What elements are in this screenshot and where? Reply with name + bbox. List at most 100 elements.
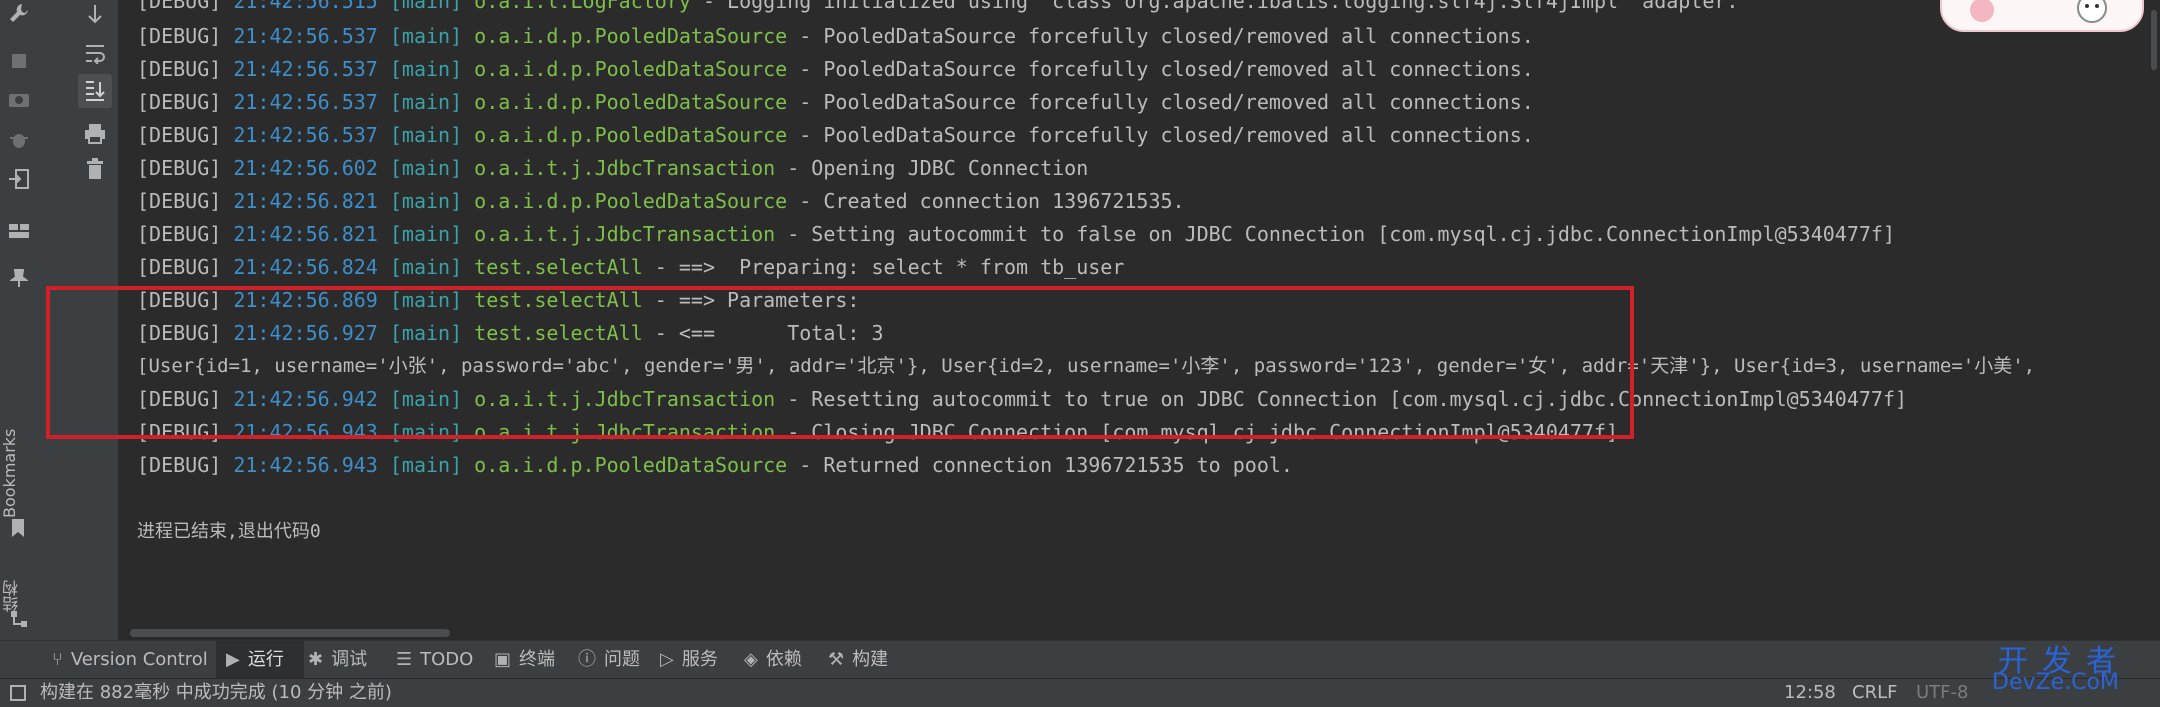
log-line: [DEBUG] 21:42:56.537 [main] o.a.i.d.p.Po… [137,53,1534,86]
log-message: - Returned connection 1396721535 to pool… [787,453,1293,477]
tab-problems[interactable]: ⓘ 问题 [578,641,658,679]
tab-debug[interactable]: ✱ 调试 [308,641,388,679]
trash-icon[interactable] [86,158,104,180]
log-message: - Logging initialized using 'class org.a… [690,0,1739,13]
tab-label: 问题 [604,649,640,670]
log-line: [DEBUG] 21:42:56.824 [main] test.selectA… [137,251,1124,284]
branch-icon: ⑂ [52,649,63,670]
log-logger: o.a.i.t.j.JdbcTransaction [474,222,776,246]
info-icon: ⓘ [578,649,596,670]
layout-icon[interactable] [8,222,30,240]
tab-version-control[interactable]: ⑂ Version Control [44,641,212,679]
log-level: [DEBUG] [137,255,234,279]
tab-label: 依赖 [765,649,802,670]
log-line: [DEBUG] 21:42:56.821 [main] o.a.i.t.j.Jd… [137,218,1895,251]
watermark-site: DevZe.CoM [1992,670,2119,695]
print-icon[interactable] [84,122,106,144]
log-thread: [main] [377,222,475,246]
list-icon: ☰ [396,649,413,670]
run-icon: ▶ [226,649,240,670]
tab-build[interactable]: ⚒ 构建 [828,641,908,679]
log-message: - Created connection 1396721535. [787,189,1185,213]
tab-run[interactable]: ▶ 运行 [216,641,304,679]
file-encoding[interactable]: UTF-8 [1916,679,1968,707]
log-timestamp: 21:42:56.943 [233,453,378,477]
log-thread: [main] [377,90,475,114]
status-message[interactable]: 构建在 882毫秒 中成功完成 (10 分钟 之前) [40,679,392,707]
tab-label: Version Control [70,649,208,670]
log-thread: [main] [377,24,475,48]
structure-icon [10,610,28,628]
hammer-icon: ⚒ [828,649,845,670]
tab-label: 调试 [331,649,368,670]
log-thread: [main] [377,0,475,13]
log-logger: o.a.i.l.LogFactory [474,0,691,13]
log-level: [DEBUG] [137,90,234,114]
bookmark-icon [10,518,26,538]
log-timestamp: 21:42:56.537 [233,90,378,114]
decorative-sticker [1940,0,2144,32]
log-timestamp: 21:42:56.537 [233,57,378,81]
stop-icon[interactable] [10,52,28,70]
log-level: [DEBUG] [137,189,234,213]
tab-label: 终端 [519,649,556,670]
line-separator[interactable]: CRLF [1852,679,1897,707]
structure-tab[interactable]: 结构 [0,566,38,612]
log-logger: o.a.i.d.p.PooledDataSource [474,90,788,114]
log-logger: o.a.i.d.p.PooledDataSource [474,453,788,477]
log-logger: o.a.i.d.p.PooledDataSource [474,57,788,81]
log-timestamp: 21:42:56.515 [233,0,378,13]
scroll-down-icon[interactable] [86,4,104,26]
log-level: [DEBUG] [137,156,234,180]
log-message: - Opening JDBC Connection [775,156,1089,180]
status-bar: 构建在 882毫秒 中成功完成 (10 分钟 之前) 12:58 CRLF UT… [0,678,2160,707]
debug-icon: ✱ [308,649,324,670]
tab-label: 构建 [852,649,889,670]
log-level: [DEBUG] [137,123,234,147]
log-timestamp: 21:42:56.602 [233,156,378,180]
tab-label: 服务 [681,649,718,670]
scroll-to-end-icon[interactable] [78,74,112,108]
log-thread: [main] [377,57,475,81]
log-line: [DEBUG] 21:42:56.515 [main] o.a.i.l.LogF… [137,0,1738,18]
log-level: [DEBUG] [137,0,234,13]
tab-dependencies[interactable]: ◈ 依赖 [744,641,824,679]
window-toggle-icon[interactable] [10,685,26,701]
log-logger: o.a.i.d.p.PooledDataSource [474,189,788,213]
pin-icon[interactable] [10,268,28,288]
log-message: - ==> Preparing: select * from tb_user [642,255,1125,279]
tab-todo[interactable]: ☰ TODO [396,641,480,679]
log-thread: [main] [377,189,475,213]
tab-terminal[interactable]: ▣ 终端 [494,641,574,679]
highlight-annotation-box [46,286,1634,439]
log-timestamp: 21:42:56.824 [233,255,378,279]
process-exit-message: 进程已结束,退出代码0 [137,521,321,542]
bookmarks-tab[interactable]: Bookmarks [0,428,38,518]
caret-position[interactable]: 12:58 [1784,679,1836,707]
camera-icon[interactable] [8,90,30,108]
log-line: [DEBUG] 21:42:56.602 [main] o.a.i.t.j.Jd… [137,152,1088,185]
log-line: [DEBUG] 21:42:56.537 [main] o.a.i.d.p.Po… [137,119,1534,152]
layers-icon: ◈ [744,649,758,670]
login-icon[interactable] [8,168,30,190]
log-line: [DEBUG] 21:42:56.943 [main] o.a.i.d.p.Po… [137,449,1293,482]
bug-icon[interactable] [8,128,30,150]
horizontal-scrollbar-thumb[interactable] [130,629,450,637]
cartoon-sticker-icon [1970,0,2107,23]
log-logger: o.a.i.d.p.PooledDataSource [474,123,788,147]
log-level: [DEBUG] [137,453,234,477]
log-logger: o.a.i.d.p.PooledDataSource [474,24,788,48]
tab-services[interactable]: ▷ 服务 [660,641,740,679]
log-thread: [main] [377,156,475,180]
vertical-scrollbar-track[interactable] [2148,0,2160,640]
log-timestamp: 21:42:56.821 [233,222,378,246]
log-thread: [main] [377,255,475,279]
vertical-scrollbar-thumb[interactable] [2151,10,2157,70]
log-logger: o.a.i.t.j.JdbcTransaction [474,156,776,180]
log-level: [DEBUG] [137,57,234,81]
tab-label: TODO [420,649,474,670]
wrench-icon[interactable] [8,2,30,24]
log-timestamp: 21:42:56.537 [233,24,378,48]
left-tool-window-strip: Bookmarks 结构 [0,0,39,640]
soft-wrap-icon[interactable] [84,42,106,64]
